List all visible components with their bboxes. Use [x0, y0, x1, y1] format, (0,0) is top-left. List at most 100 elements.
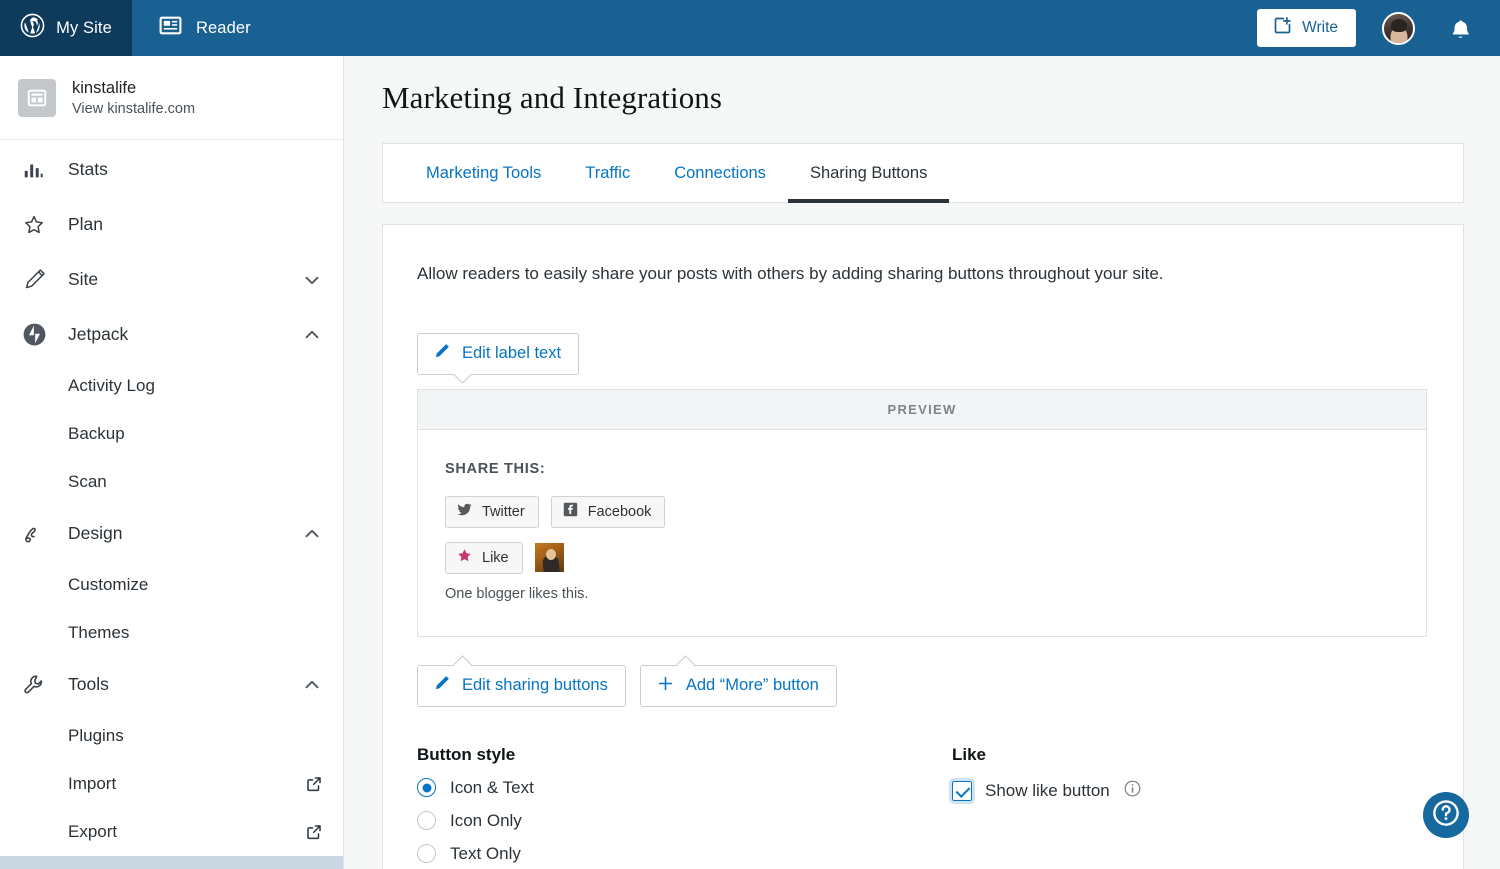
sidebar-item-label: Jetpack: [68, 324, 128, 345]
edit-sharing-buttons-button[interactable]: Edit sharing buttons: [417, 665, 626, 707]
tab-connections[interactable]: Connections: [652, 144, 788, 202]
share-button-label: Facebook: [588, 504, 652, 520]
sidebar-item-stats[interactable]: Stats: [0, 142, 343, 197]
share-button-twitter[interactable]: Twitter: [445, 496, 539, 528]
share-this-label: SHARE THIS:: [445, 461, 1426, 477]
sidebar-subitem-label: Plugins: [68, 726, 124, 746]
site-url: View kinstalife.com: [72, 101, 195, 117]
settings-grid: Button style Icon & Text Icon Only Text …: [417, 745, 1427, 869]
my-site-button[interactable]: My Site: [0, 0, 132, 56]
panel-description: Allow readers to easily share your posts…: [417, 261, 1427, 287]
sidebar-item-selected[interactable]: [0, 856, 343, 869]
sidebar-item-plugins[interactable]: Plugins: [0, 712, 343, 760]
edit-label-text-button[interactable]: Edit label text: [417, 333, 579, 375]
show-like-button-row[interactable]: Show like button: [952, 779, 1352, 803]
external-link-icon: [305, 823, 323, 841]
notifications-bell-icon[interactable]: [1447, 15, 1474, 42]
radio-button[interactable]: [417, 811, 436, 830]
share-button-facebook[interactable]: Facebook: [551, 496, 666, 528]
sidebar-item-design[interactable]: Design: [0, 506, 343, 561]
plus-icon: [656, 674, 675, 698]
facebook-f-icon: [562, 501, 579, 522]
info-circle-icon[interactable]: [1123, 779, 1142, 803]
radio-label: Icon & Text: [450, 778, 534, 798]
main-content: Marketing and Integrations Marketing Too…: [344, 56, 1500, 869]
sidebar-item-jetpack[interactable]: Jetpack: [0, 307, 343, 362]
sidebar-item-label: Design: [68, 523, 122, 544]
page-title: Marketing and Integrations: [344, 56, 1500, 116]
site-title: kinstalife: [72, 79, 195, 98]
pencil-icon: [433, 674, 451, 697]
preview-box: PREVIEW SHARE THIS: Twitter: [417, 389, 1427, 637]
reader-icon: [158, 13, 183, 43]
chevron-down-icon[interactable]: [301, 269, 323, 291]
add-more-button[interactable]: Add “More” button: [640, 665, 837, 707]
radio-icon-only[interactable]: Icon Only: [417, 811, 952, 831]
tab-label: Marketing Tools: [426, 164, 541, 183]
masthead: My Site Reader Write: [0, 0, 1500, 56]
share-button-label: Twitter: [482, 504, 525, 520]
sidebar-item-import[interactable]: Import: [0, 760, 343, 808]
star-outline-icon: [22, 213, 52, 237]
blogger-like-note: One blogger likes this.: [445, 586, 1426, 602]
sidebar-subitem-label: Activity Log: [68, 376, 155, 396]
sidebar-subitem-label: Backup: [68, 424, 125, 444]
tab-marketing-tools[interactable]: Marketing Tools: [404, 144, 563, 202]
help-circle-icon: [1431, 798, 1461, 833]
chevron-up-icon[interactable]: [301, 324, 323, 346]
show-like-button-checkbox[interactable]: [952, 781, 972, 801]
site-header[interactable]: kinstalife View kinstalife.com: [0, 56, 343, 140]
new-post-icon: [1272, 15, 1293, 41]
sidebar-item-export[interactable]: Export: [0, 808, 343, 856]
callout-tail: [676, 655, 694, 673]
avatar[interactable]: [1382, 12, 1415, 45]
chevron-up-icon[interactable]: [301, 674, 323, 696]
app-root: My Site Reader Write: [0, 0, 1500, 869]
sidebar-item-plan[interactable]: Plan: [0, 197, 343, 252]
sidebar-item-customize[interactable]: Customize: [0, 561, 343, 609]
sidebar-subitem-label: Themes: [68, 623, 129, 643]
callout-tail: [453, 365, 471, 383]
sidebar-item-themes[interactable]: Themes: [0, 609, 343, 657]
sidebar-item-site[interactable]: Site: [0, 252, 343, 307]
sidebar-subitem-label: Scan: [68, 472, 107, 492]
sidebar-nav: Stats Plan Site: [0, 140, 343, 869]
radio-button[interactable]: [417, 844, 436, 863]
sidebar: kinstalife View kinstalife.com Stats Pla…: [0, 56, 344, 869]
sharing-buttons-panel: Allow readers to easily share your posts…: [382, 224, 1464, 869]
radio-label: Icon Only: [450, 811, 522, 831]
sidebar-item-activity-log[interactable]: Activity Log: [0, 362, 343, 410]
liker-avatar: [535, 543, 564, 572]
like-group: Like Show like button: [952, 745, 1352, 869]
stats-bars-icon: [22, 159, 52, 181]
like-button[interactable]: Like: [445, 542, 523, 574]
site-thumbnail-icon: [18, 79, 56, 117]
reader-label: Reader: [196, 19, 251, 38]
tab-traffic[interactable]: Traffic: [563, 144, 652, 202]
tab-sharing-buttons[interactable]: Sharing Buttons: [788, 144, 949, 202]
write-button[interactable]: Write: [1257, 9, 1356, 47]
sidebar-item-tools[interactable]: Tools: [0, 657, 343, 712]
site-info: kinstalife View kinstalife.com: [72, 79, 195, 117]
tab-label: Sharing Buttons: [810, 164, 927, 183]
help-button[interactable]: [1423, 792, 1469, 838]
sidebar-subitem-label: Export: [68, 822, 117, 842]
preview-actions: Edit sharing buttons Add “More” button: [417, 665, 1427, 707]
chevron-up-icon[interactable]: [301, 523, 323, 545]
tab-label: Connections: [674, 164, 766, 183]
radio-button[interactable]: [417, 778, 436, 797]
wrench-icon: [22, 673, 52, 697]
reader-button[interactable]: Reader: [132, 0, 277, 56]
pencil-icon: [433, 342, 451, 365]
sidebar-item-backup[interactable]: Backup: [0, 410, 343, 458]
radio-text-only[interactable]: Text Only: [417, 844, 952, 864]
share-buttons-row: Twitter Facebook: [445, 496, 1426, 528]
sidebar-item-scan[interactable]: Scan: [0, 458, 343, 506]
sidebar-item-label: Site: [68, 269, 98, 290]
edit-sharing-buttons-label: Edit sharing buttons: [462, 676, 608, 695]
masthead-right-group: Write: [1257, 0, 1500, 56]
preview-body: SHARE THIS: Twitter Facebook: [418, 430, 1426, 636]
design-brush-icon: [22, 522, 52, 546]
radio-icon-and-text[interactable]: Icon & Text: [417, 778, 952, 798]
radio-label: Text Only: [450, 844, 521, 864]
